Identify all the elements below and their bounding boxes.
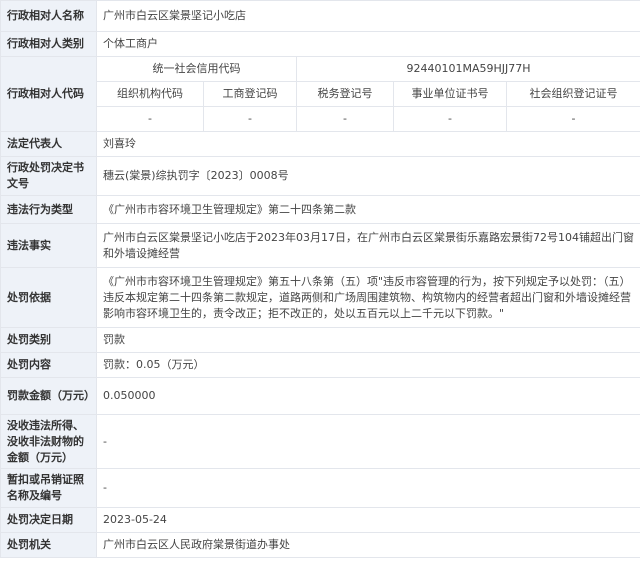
- value-violation-type: 《广州市市容环境卫生管理规定》第二十四条第二款: [95, 195, 640, 224]
- row-target-code-credit: 行政相对人代码 统一社会信用代码 92440101MA59HJJ77H: [0, 56, 640, 132]
- row-violation-type: 违法行为类型 《广州市市容环境卫生管理规定》第二十四条第二款: [0, 195, 640, 224]
- label-penalty-content: 处罚内容: [0, 352, 97, 378]
- org-code-value: -: [96, 106, 204, 132]
- row-fine-amount: 罚款金额（万元） 0.050000: [0, 377, 640, 415]
- value-authority: 广州市白云区人民政府棠景街道办事处: [95, 532, 640, 558]
- value-legal-rep: 刘喜玲: [95, 131, 640, 157]
- row-basis: 处罚依据 《广州市市容环境卫生管理规定》第五十八条第（五）项"违反市容管理的行为…: [0, 267, 640, 328]
- org-code-header: 组织机构代码: [96, 81, 204, 107]
- label-authority: 处罚机关: [0, 532, 97, 558]
- row-legal-rep: 法定代表人 刘喜玲: [0, 131, 640, 157]
- label-confiscation: 没收违法所得、没收非法财物的金额（万元）: [0, 414, 97, 469]
- row-decision-no: 行政处罚决定书文号 穗云(棠景)综执罚字〔2023〕0008号: [0, 156, 640, 196]
- label-decision-date: 处罚决定日期: [0, 507, 97, 533]
- label-basis: 处罚依据: [0, 267, 97, 328]
- row-authority: 处罚机关 广州市白云区人民政府棠景街道办事处: [0, 532, 640, 558]
- row-target-code-values: - - - - -: [1, 106, 640, 132]
- value-penalty-type: 罚款: [95, 327, 640, 353]
- label-violation-type: 违法行为类型: [0, 195, 97, 224]
- row-target-type: 行政相对人类别 个体工商户: [0, 31, 640, 57]
- row-target-name: 行政相对人名称 广州市白云区棠景坚记小吃店: [0, 0, 640, 32]
- row-confiscation: 没收违法所得、没收非法财物的金额（万元） -: [0, 414, 640, 469]
- label-penalty-type: 处罚类别: [0, 327, 97, 353]
- business-reg-header: 工商登记码: [203, 81, 297, 107]
- value-confiscation: -: [95, 414, 640, 469]
- value-decision-no: 穗云(棠景)综执罚字〔2023〕0008号: [95, 156, 640, 196]
- social-org-value: -: [505, 106, 640, 132]
- label-violation-facts: 违法事实: [0, 223, 97, 268]
- institution-cert-value: -: [393, 106, 507, 132]
- label-target-type: 行政相对人类别: [0, 31, 97, 57]
- value-target-name: 广州市白云区棠景坚记小吃店: [95, 0, 640, 32]
- row-penalty-content: 处罚内容 罚款：0.05（万元）: [0, 352, 640, 378]
- label-license: 暂扣或吊销证照名称及编号: [0, 468, 97, 508]
- label-target-code: 行政相对人代码: [0, 56, 97, 132]
- label-legal-rep: 法定代表人: [0, 131, 97, 157]
- row-license: 暂扣或吊销证照名称及编号 -: [0, 468, 640, 508]
- social-org-header: 社会组织登记证号: [505, 81, 640, 107]
- value-fine-amount: 0.050000: [95, 377, 640, 415]
- value-decision-date: 2023-05-24: [95, 507, 640, 533]
- business-reg-value: -: [203, 106, 297, 132]
- credit-code-label: 统一社会信用代码: [96, 56, 297, 82]
- credit-code-value: 92440101MA59HJJ77H: [295, 56, 640, 82]
- value-violation-facts: 广州市白云区棠景坚记小吃店于2023年03月17日，在广州市白云区棠景街乐嘉路宏…: [95, 223, 640, 268]
- value-target-type: 个体工商户: [95, 31, 640, 57]
- row-penalty-type: 处罚类别 罚款: [0, 327, 640, 353]
- tax-reg-header: 税务登记号: [296, 81, 394, 107]
- label-fine-amount: 罚款金额（万元）: [0, 377, 97, 415]
- label-target-name: 行政相对人名称: [0, 0, 97, 32]
- value-basis: 《广州市市容环境卫生管理规定》第五十八条第（五）项"违反市容管理的行为，按下列规…: [95, 267, 640, 328]
- penalty-info-table: 行政相对人名称 广州市白云区棠景坚记小吃店 行政相对人类别 个体工商户 行政相对…: [0, 0, 640, 558]
- row-target-code-headers: 组织机构代码 工商登记码 税务登记号 事业单位证书号 社会组织登记证号: [1, 81, 640, 107]
- tax-reg-value: -: [296, 106, 394, 132]
- label-decision-no: 行政处罚决定书文号: [0, 156, 97, 196]
- row-violation-facts: 违法事实 广州市白云区棠景坚记小吃店于2023年03月17日，在广州市白云区棠景…: [0, 223, 640, 268]
- value-license: -: [95, 468, 640, 508]
- value-penalty-content: 罚款：0.05（万元）: [95, 352, 640, 378]
- row-decision-date: 处罚决定日期 2023-05-24: [0, 507, 640, 533]
- institution-cert-header: 事业单位证书号: [393, 81, 507, 107]
